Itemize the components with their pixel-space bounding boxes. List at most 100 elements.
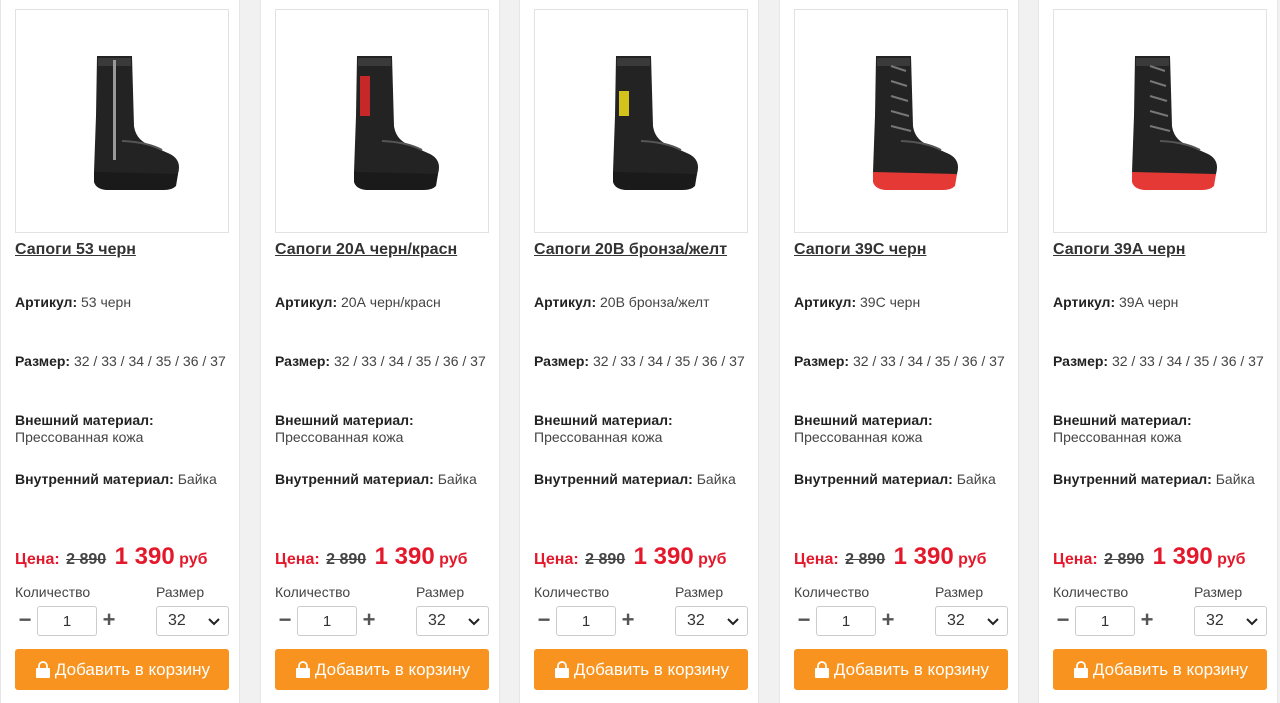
product-title[interactable]: Сапоги 20В бронза/желт bbox=[534, 241, 754, 259]
boot-laced-red-sole-image bbox=[873, 56, 958, 190]
currency: руб bbox=[1217, 551, 1246, 568]
quantity-input[interactable] bbox=[297, 606, 357, 636]
old-price: 2 890 bbox=[66, 551, 107, 568]
plus-icon[interactable]: + bbox=[878, 606, 898, 636]
product-price: Цена: 2 890 1 390 руб bbox=[15, 543, 245, 571]
quantity-input[interactable] bbox=[37, 606, 97, 636]
product-grid: Сапоги 53 черн Артикул: 53 черн Размер: … bbox=[0, 0, 1280, 703]
price-label: Цена: bbox=[275, 551, 320, 568]
new-price: 1 390 bbox=[633, 543, 694, 570]
old-price: 2 890 bbox=[326, 551, 367, 568]
boot-laced-red-sole-image bbox=[1132, 56, 1217, 190]
old-price: 2 890 bbox=[1104, 551, 1145, 568]
product-image[interactable] bbox=[15, 9, 229, 233]
product-article: Артикул: 20А черн/красн bbox=[275, 294, 441, 310]
size-select[interactable]: 32 bbox=[675, 606, 748, 636]
plus-icon[interactable]: + bbox=[359, 606, 379, 636]
quantity-stepper: − + bbox=[794, 606, 898, 636]
product-card: Сапоги 20А черн/красн Артикул: 20А черн/… bbox=[260, 0, 500, 703]
product-inner-material: Внутренний материал: Байка bbox=[15, 471, 217, 487]
quantity-stepper: − + bbox=[275, 606, 379, 636]
plus-icon[interactable]: + bbox=[99, 606, 119, 636]
minus-icon[interactable]: − bbox=[1053, 606, 1073, 636]
product-inner-material: Внутренний материал: Байка bbox=[794, 471, 996, 487]
chevron-down-icon bbox=[468, 618, 480, 626]
add-to-cart-label: Добавить в корзину bbox=[314, 659, 471, 679]
product-image[interactable] bbox=[794, 9, 1008, 233]
add-to-cart-button[interactable]: Добавить в корзину bbox=[1053, 649, 1267, 690]
size-label: Размер bbox=[675, 584, 724, 600]
product-outer-material: Внешний материал: Прессованная кожа bbox=[794, 412, 933, 445]
product-card: Сапоги 20В бронза/желт Артикул: 20В брон… bbox=[519, 0, 759, 703]
product-price: Цена: 2 890 1 390 руб bbox=[1053, 543, 1280, 571]
product-price: Цена: 2 890 1 390 руб bbox=[534, 543, 764, 571]
plus-icon[interactable]: + bbox=[1137, 606, 1157, 636]
quantity-label: Количество bbox=[1053, 584, 1129, 600]
price-label: Цена: bbox=[534, 551, 579, 568]
size-select[interactable]: 32 bbox=[935, 606, 1008, 636]
quantity-stepper: − + bbox=[534, 606, 638, 636]
product-title[interactable]: Сапоги 53 черн bbox=[15, 241, 235, 259]
size-select-value: 32 bbox=[947, 612, 965, 629]
size-select[interactable]: 32 bbox=[156, 606, 229, 636]
product-title[interactable]: Сапоги 39А черн bbox=[1053, 241, 1273, 259]
add-to-cart-label: Добавить в корзину bbox=[1092, 659, 1249, 679]
price-label: Цена: bbox=[1053, 551, 1098, 568]
product-sizes: Размер: 32 / 33 / 34 / 35 / 36 / 37 bbox=[534, 353, 745, 369]
chevron-down-icon bbox=[1246, 618, 1258, 626]
new-price: 1 390 bbox=[114, 543, 175, 570]
shopping-bag-icon bbox=[35, 660, 50, 678]
shopping-bag-icon bbox=[554, 660, 569, 678]
chevron-down-icon bbox=[727, 618, 739, 626]
chevron-down-icon bbox=[208, 618, 220, 626]
product-price: Цена: 2 890 1 390 руб bbox=[275, 543, 505, 571]
minus-icon[interactable]: − bbox=[15, 606, 35, 636]
product-sizes: Размер: 32 / 33 / 34 / 35 / 36 / 37 bbox=[275, 353, 486, 369]
old-price: 2 890 bbox=[585, 551, 626, 568]
add-to-cart-label: Добавить в корзину bbox=[573, 659, 730, 679]
quantity-label: Количество bbox=[275, 584, 351, 600]
size-label: Размер bbox=[416, 584, 465, 600]
product-inner-material: Внутренний материал: Байка bbox=[534, 471, 736, 487]
shopping-bag-icon bbox=[1073, 660, 1088, 678]
minus-icon[interactable]: − bbox=[534, 606, 554, 636]
currency: руб bbox=[958, 551, 987, 568]
new-price: 1 390 bbox=[1152, 543, 1213, 570]
size-select[interactable]: 32 bbox=[1194, 606, 1267, 636]
product-article: Артикул: 39А черн bbox=[1053, 294, 1179, 310]
add-to-cart-label: Добавить в корзину bbox=[833, 659, 990, 679]
minus-icon[interactable]: − bbox=[794, 606, 814, 636]
quantity-input[interactable] bbox=[1075, 606, 1135, 636]
currency: руб bbox=[179, 551, 208, 568]
shopping-bag-icon bbox=[814, 660, 829, 678]
product-sizes: Размер: 32 / 33 / 34 / 35 / 36 / 37 bbox=[1053, 353, 1264, 369]
product-price: Цена: 2 890 1 390 руб bbox=[794, 543, 1024, 571]
quantity-stepper: − + bbox=[1053, 606, 1157, 636]
product-article: Артикул: 20В бронза/желт bbox=[534, 294, 710, 310]
product-inner-material: Внутренний материал: Байка bbox=[275, 471, 477, 487]
product-image[interactable] bbox=[534, 9, 748, 233]
new-price: 1 390 bbox=[374, 543, 435, 570]
chevron-down-icon bbox=[987, 618, 999, 626]
size-select[interactable]: 32 bbox=[416, 606, 489, 636]
boot-yellow-strap-image bbox=[613, 56, 698, 190]
product-sizes: Размер: 32 / 33 / 34 / 35 / 36 / 37 bbox=[794, 353, 1005, 369]
minus-icon[interactable]: − bbox=[275, 606, 295, 636]
product-image[interactable] bbox=[1053, 9, 1267, 233]
quantity-input[interactable] bbox=[816, 606, 876, 636]
new-price: 1 390 bbox=[893, 543, 954, 570]
product-title[interactable]: Сапоги 20А черн/красн bbox=[275, 241, 495, 259]
size-select-value: 32 bbox=[168, 612, 186, 629]
quantity-input[interactable] bbox=[556, 606, 616, 636]
product-card: Сапоги 39А черн Артикул: 39А черн Размер… bbox=[1038, 0, 1278, 703]
add-to-cart-button[interactable]: Добавить в корзину bbox=[275, 649, 489, 690]
product-title[interactable]: Сапоги 39С черн bbox=[794, 241, 1014, 259]
product-image[interactable] bbox=[275, 9, 489, 233]
add-to-cart-label: Добавить в корзину bbox=[54, 659, 211, 679]
add-to-cart-button[interactable]: Добавить в корзину bbox=[15, 649, 229, 690]
plus-icon[interactable]: + bbox=[618, 606, 638, 636]
add-to-cart-button[interactable]: Добавить в корзину bbox=[534, 649, 748, 690]
product-sizes: Размер: 32 / 33 / 34 / 35 / 36 / 37 bbox=[15, 353, 226, 369]
add-to-cart-button[interactable]: Добавить в корзину bbox=[794, 649, 1008, 690]
product-article: Артикул: 53 черн bbox=[15, 294, 132, 310]
